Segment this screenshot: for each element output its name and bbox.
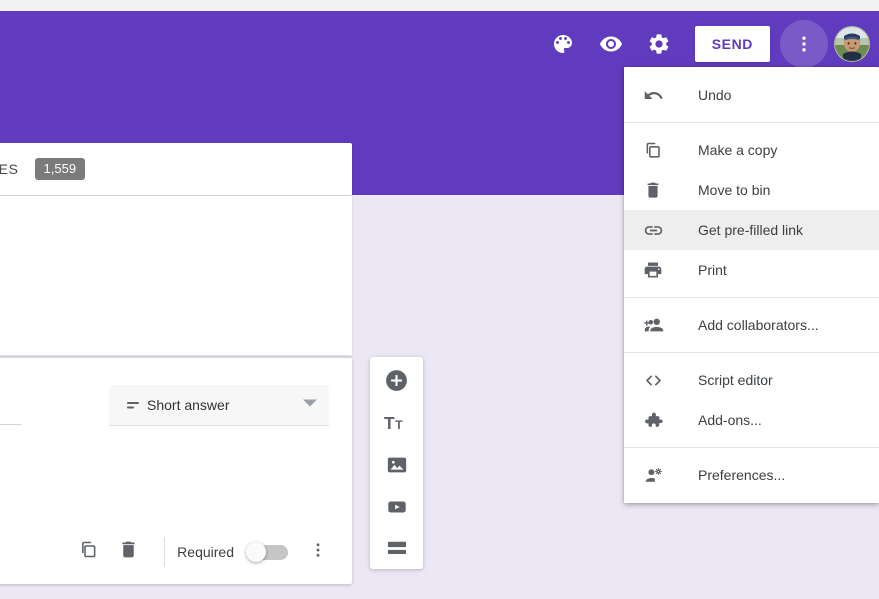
menu-item-label: Print (698, 262, 727, 278)
menu-item-label: Make a copy (698, 142, 778, 158)
preview-eye-icon-button[interactable] (587, 20, 635, 68)
question-type-label: Short answer (147, 397, 230, 413)
menu-item-label: Script editor (698, 372, 773, 388)
eye-icon (599, 32, 623, 56)
person-settings-icon (643, 465, 671, 486)
required-toggle[interactable] (246, 542, 290, 562)
chevron-down-icon (303, 396, 317, 415)
undo-icon (643, 85, 671, 106)
menu-item-label: Add-ons... (698, 412, 762, 428)
question-type-select[interactable]: Short answer (109, 385, 329, 426)
required-toggle-knob (246, 542, 266, 562)
more-vert-icon (309, 541, 327, 564)
add-people-icon (643, 314, 671, 336)
add-question-icon (384, 368, 409, 398)
send-button[interactable]: SEND (694, 26, 770, 62)
duplicate-question-button[interactable] (68, 532, 108, 572)
puzzle-icon (643, 410, 671, 431)
required-label: Required (177, 544, 234, 560)
question-footer-toolbar: Required (0, 520, 352, 584)
copy-icon (643, 140, 671, 160)
menu-item-undo[interactable]: Undo (624, 75, 879, 115)
add-video-icon (386, 496, 408, 523)
add-question-button[interactable] (383, 369, 411, 397)
add-image-button[interactable] (383, 453, 411, 481)
menu-separator (624, 297, 879, 298)
link-icon (643, 220, 671, 241)
more-vert-icon (793, 33, 815, 55)
add-video-button[interactable] (383, 495, 411, 523)
add-item-toolbar: T T (370, 357, 423, 569)
settings-gear-icon-button[interactable] (635, 20, 683, 68)
menu-item-print[interactable]: Print (624, 250, 879, 290)
duplicate-icon (78, 539, 99, 565)
add-section-icon (386, 539, 408, 564)
palette-icon-button[interactable] (539, 20, 587, 68)
tabs-row: NSES 1,559 (0, 143, 86, 195)
print-icon (643, 260, 671, 280)
form-tabs-card: NSES 1,559 (0, 143, 352, 195)
add-title-button[interactable]: T T (383, 411, 411, 439)
gear-icon (647, 32, 671, 56)
menu-item-add-collaborators[interactable]: Add collaborators... (624, 305, 879, 345)
more-options-menu: Undo Make a copy Move to bin Get pre-filled… (624, 67, 879, 503)
palette-icon (551, 32, 575, 56)
menu-item-script-editor[interactable]: Script editor (624, 360, 879, 400)
add-section-button[interactable] (383, 537, 411, 565)
menu-separator (624, 122, 879, 123)
avatar-photo (835, 27, 869, 61)
trash-icon (643, 180, 671, 200)
add-image-icon (386, 454, 408, 481)
question-card: Short answer Required (0, 358, 352, 584)
menu-item-get-pre-filled-link[interactable]: Get pre-filled link (624, 210, 879, 250)
footer-divider (164, 537, 166, 567)
menu-separator (624, 447, 879, 448)
svg-text:T: T (384, 413, 395, 433)
menu-item-make-a-copy[interactable]: Make a copy (624, 130, 879, 170)
svg-text:T: T (395, 418, 403, 432)
short-answer-icon (127, 398, 145, 417)
more-options-button[interactable] (780, 20, 828, 68)
menu-item-label: Preferences... (698, 467, 786, 483)
avatar[interactable] (834, 26, 870, 62)
code-icon (643, 370, 671, 391)
menu-item-preferences[interactable]: Preferences... (624, 455, 879, 495)
add-title-icon: T T (384, 412, 410, 439)
menu-item-label: Get pre-filled link (698, 222, 804, 238)
menu-item-add-ons[interactable]: Add-ons... (624, 400, 879, 440)
menu-item-label: Undo (698, 87, 732, 103)
question-title-underline (0, 424, 22, 425)
delete-question-button[interactable] (108, 532, 148, 572)
form-body-card (0, 196, 352, 356)
trash-icon (118, 539, 139, 565)
tab-responses-label[interactable]: NSES (0, 161, 19, 177)
menu-item-label: Add collaborators... (698, 317, 819, 333)
responses-count-badge: 1,559 (34, 158, 86, 180)
menu-separator (624, 352, 879, 353)
menu-item-move-to-bin[interactable]: Move to bin (624, 170, 879, 210)
question-more-button[interactable] (298, 532, 338, 572)
menu-item-label: Move to bin (698, 182, 771, 198)
